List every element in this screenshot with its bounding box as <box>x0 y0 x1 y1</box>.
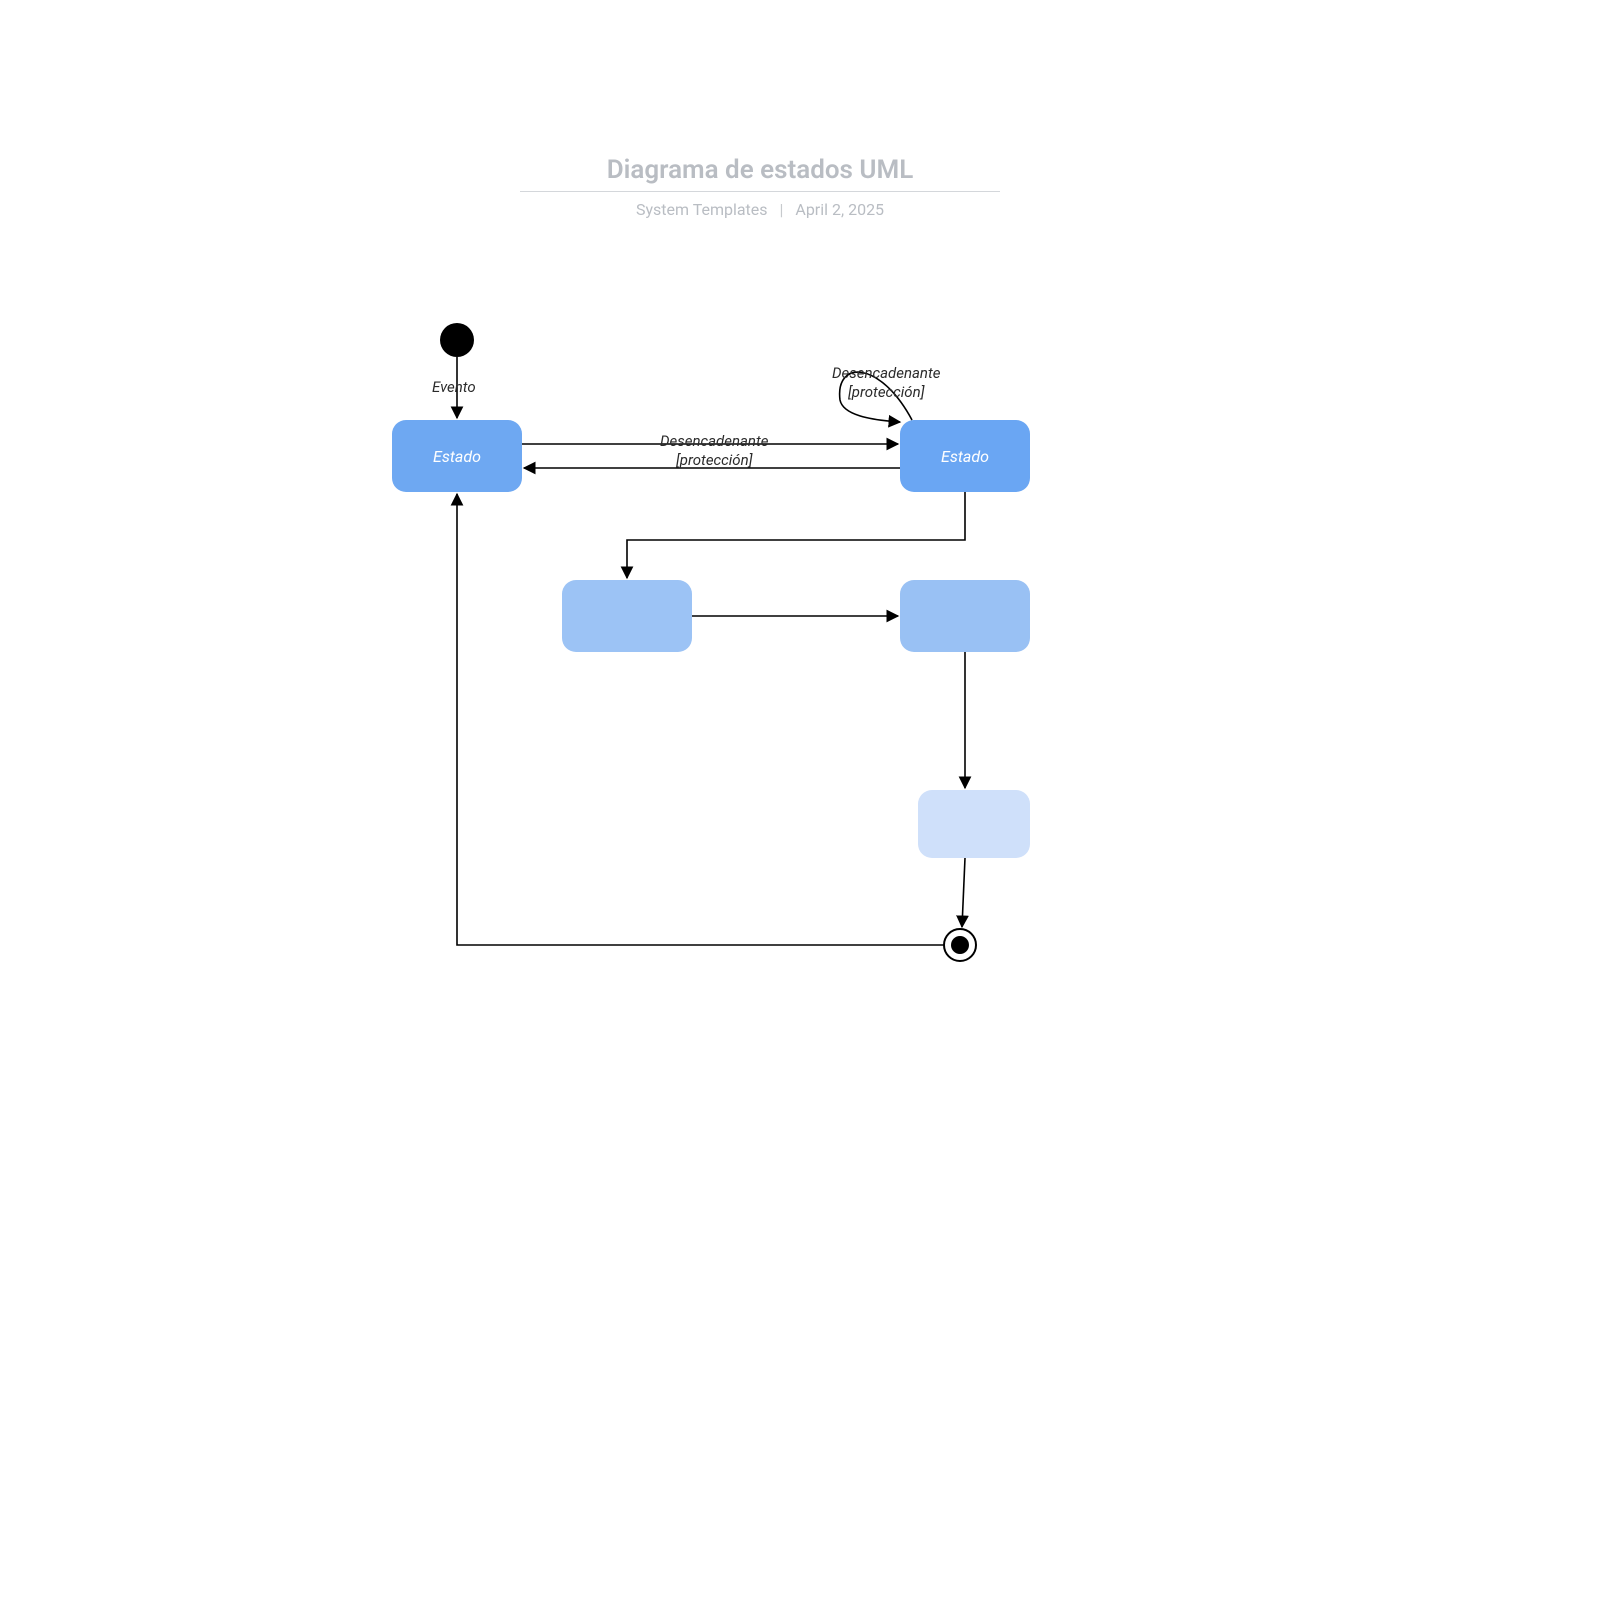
edge-label-self-line1: Desencadenante <box>832 364 940 383</box>
state-node-1-label: Estado <box>433 447 481 466</box>
diagram-author: System Templates <box>636 200 768 219</box>
state-node-1[interactable]: Estado <box>392 420 522 492</box>
state-node-2[interactable]: Estado <box>900 420 1030 492</box>
diagram-date: April 2, 2025 <box>795 200 884 219</box>
edge-label-evento: Evento <box>432 378 476 397</box>
edge-state2-to-state3 <box>627 492 965 578</box>
diagram-header: Diagrama de estados UML System Templates… <box>520 155 1000 219</box>
final-state-node[interactable] <box>944 929 976 961</box>
edge-final-to-state1 <box>457 494 944 945</box>
edge-label-line2: [protección] <box>660 451 768 470</box>
diagram-subtitle: System Templates | April 2, 2025 <box>520 200 1000 219</box>
state-node-2-label: Estado <box>941 447 989 466</box>
diagram-title: Diagrama de estados UML <box>520 155 1000 192</box>
diagram-edges <box>0 0 1600 1600</box>
state-node-4[interactable] <box>900 580 1030 652</box>
subtitle-separator: | <box>780 200 784 219</box>
edge-label-line1: Desencadenante <box>660 432 768 451</box>
state-node-3[interactable] <box>562 580 692 652</box>
edge-label-desencadenante-horizontal: Desencadenante [protección] <box>660 432 768 470</box>
edge-label-desencadenante-self: Desencadenante [protección] <box>832 364 940 402</box>
initial-state-node[interactable] <box>440 323 474 357</box>
diagram-canvas: Diagrama de estados UML System Templates… <box>0 0 1600 1600</box>
edge-label-self-line2: [protección] <box>832 383 940 402</box>
edge-state5-to-final <box>962 858 965 927</box>
state-node-5[interactable] <box>918 790 1030 858</box>
